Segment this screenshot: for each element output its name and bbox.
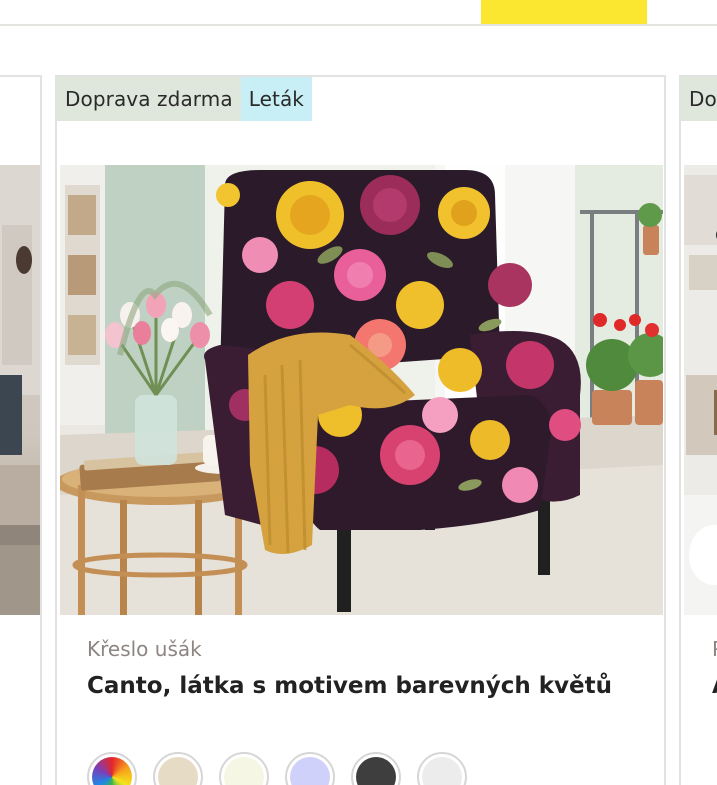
swatch-lavender[interactable]: [285, 752, 335, 785]
swatch-beige[interactable]: [153, 752, 203, 785]
badge-free-shipping-right: Do: [681, 77, 717, 121]
swatch-anthracite-fill: [356, 757, 396, 785]
top-bar-accent: [481, 0, 647, 24]
product-title-right[interactable]: A: [712, 673, 717, 699]
product-image[interactable]: [60, 165, 663, 615]
swatch-anthracite[interactable]: [351, 752, 401, 785]
product-title[interactable]: Canto, látka s motivem barevných květů: [87, 673, 657, 699]
swatch-lavender-fill: [290, 757, 330, 785]
product-card-right[interactable]: Do P A: [679, 75, 717, 785]
badge-free-shipping: Doprava zdarma: [57, 77, 241, 121]
badge-row-right: Do: [681, 77, 717, 121]
swatch-multicolor[interactable]: [87, 752, 137, 785]
swatch-cream[interactable]: [219, 752, 269, 785]
badge-leaflet: Leták: [240, 77, 312, 121]
floral-armchair-photo: [60, 165, 663, 615]
product-image-right[interactable]: [684, 165, 717, 615]
product-image-left[interactable]: [0, 165, 40, 615]
color-swatches: [87, 752, 467, 785]
product-category: Křeslo ušák: [87, 637, 202, 661]
badge-row: Doprava zdarma Leták: [57, 77, 312, 121]
swatch-light-grey[interactable]: [417, 752, 467, 785]
top-bar: [0, 0, 717, 26]
swatch-beige-fill: [158, 757, 198, 785]
product-category-right: P: [712, 637, 717, 661]
product-card[interactable]: Doprava zdarma Leták Křeslo ušák Canto, …: [55, 75, 666, 785]
swatch-light-grey-fill: [422, 757, 462, 785]
swatch-cream-fill: [224, 757, 264, 785]
product-card-left[interactable]: [0, 75, 42, 785]
